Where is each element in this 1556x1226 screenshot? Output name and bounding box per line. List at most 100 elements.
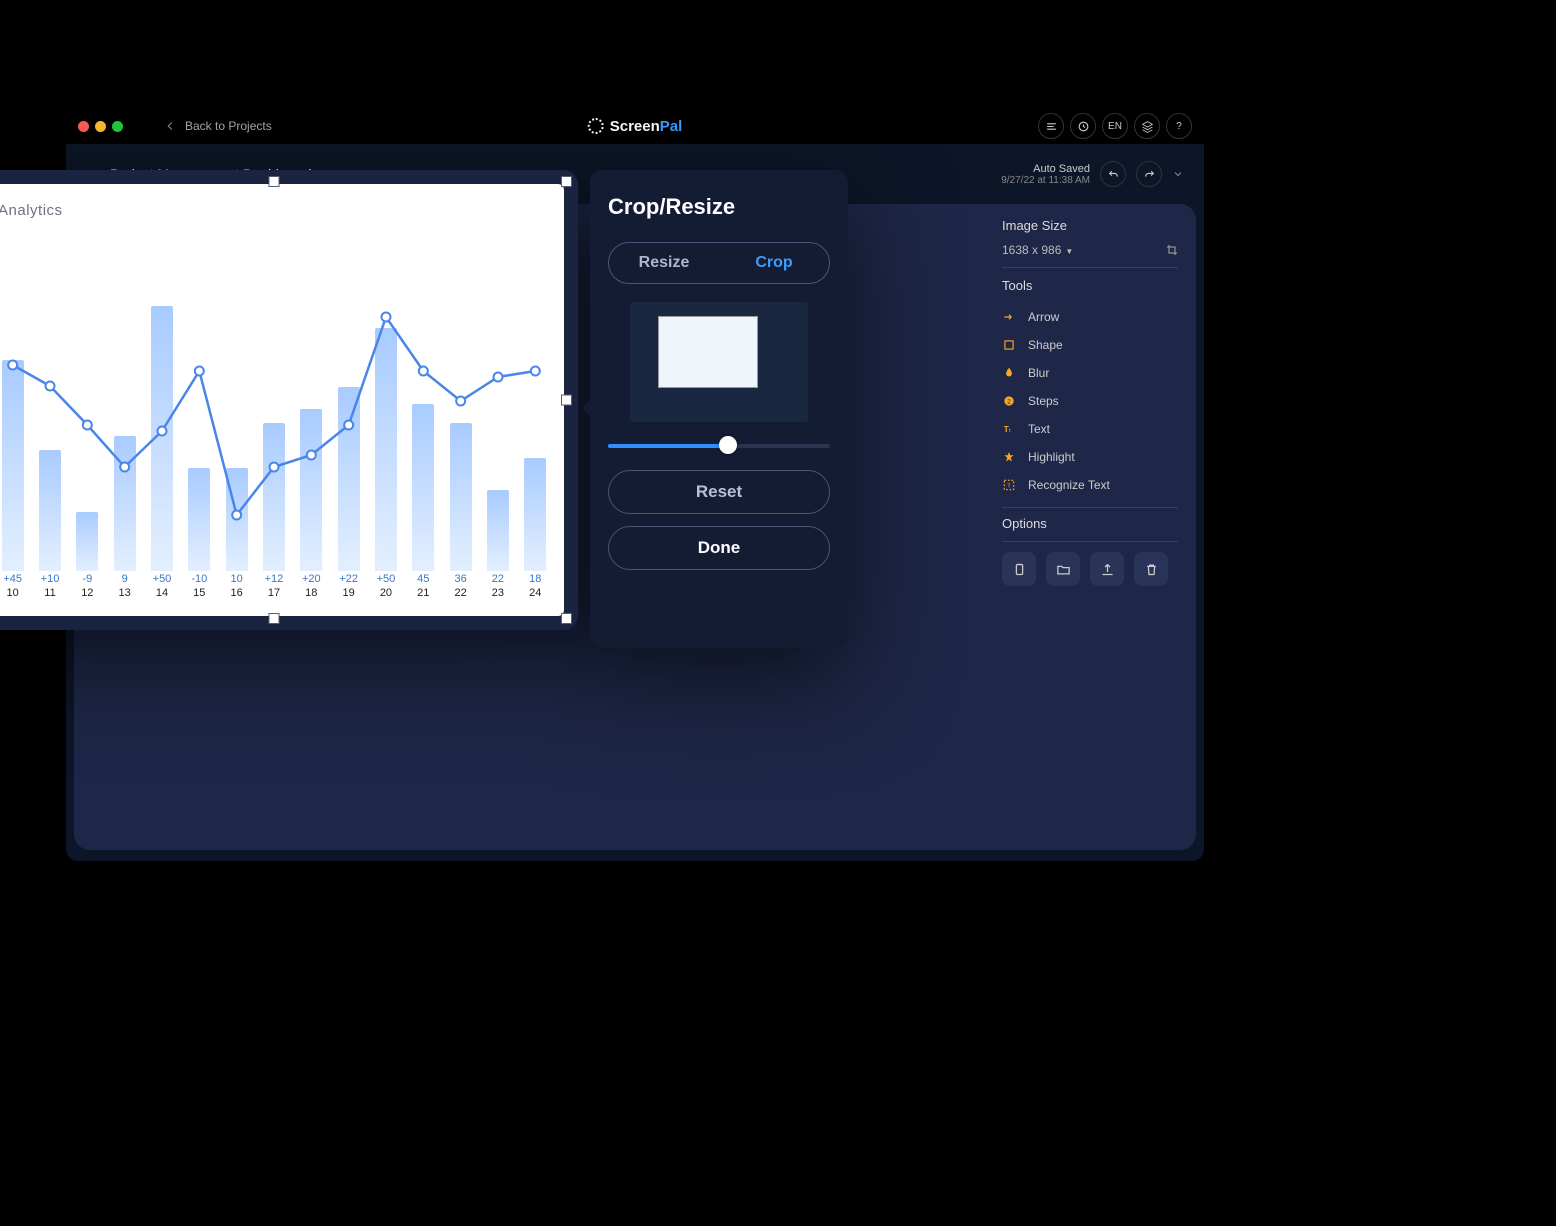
bar: [300, 409, 322, 571]
menu-button[interactable]: [1038, 113, 1064, 139]
crop-handle-mr[interactable]: [561, 395, 572, 406]
crop-handle-bm[interactable]: [269, 613, 280, 624]
category-label: 10: [0, 587, 31, 599]
category-label: 20: [367, 587, 404, 599]
text-icon: Tt: [1002, 422, 1016, 436]
bar-col: [479, 231, 516, 571]
crop-handle-tm[interactable]: [269, 176, 280, 187]
delta-label: +12: [255, 573, 292, 585]
folder-button[interactable]: [1046, 552, 1080, 586]
category-label: 11: [31, 587, 68, 599]
bar-col: [0, 231, 31, 571]
layers-button[interactable]: [1134, 113, 1160, 139]
category-label: 18: [293, 587, 330, 599]
bar-col: [330, 231, 367, 571]
tool-shape[interactable]: Shape: [1002, 331, 1178, 359]
category-row: 101112131415161718192021222324: [0, 587, 554, 599]
delta-label: 22: [479, 573, 516, 585]
delta-label: 36: [442, 573, 479, 585]
clipboard-button[interactable]: [1002, 552, 1036, 586]
bar-col: [255, 231, 292, 571]
language-button[interactable]: EN: [1102, 113, 1128, 139]
zoom-slider[interactable]: [608, 440, 830, 450]
reset-button[interactable]: Reset: [608, 470, 830, 514]
category-label: 13: [106, 587, 143, 599]
delete-button[interactable]: [1134, 552, 1168, 586]
delta-label: +22: [330, 573, 367, 585]
shape-icon: [1002, 338, 1016, 352]
analytics-card: Analytics +45+10-99+50-1010+12+20+22+504…: [0, 184, 564, 616]
titlebar: Back to Projects ScreenPal EN ?: [66, 108, 1204, 144]
share-button[interactable]: [1090, 552, 1124, 586]
delta-row: +45+10-99+50-1010+12+20+22+5045362218: [0, 573, 554, 585]
crop-preview: [630, 302, 808, 422]
tab-resize[interactable]: Resize: [609, 243, 719, 283]
category-label: 21: [405, 587, 442, 599]
tool-blur[interactable]: Blur: [1002, 359, 1178, 387]
category-label: 16: [218, 587, 255, 599]
chevron-down-icon[interactable]: [1172, 168, 1184, 180]
crop-overlay-group: Analytics +45+10-99+50-1010+12+20+22+504…: [0, 170, 900, 648]
tool-text[interactable]: TtText: [1002, 415, 1178, 443]
back-button[interactable]: Back to Projects: [163, 119, 272, 133]
tool-highlight[interactable]: Highlight: [1002, 443, 1178, 471]
bar-col: [181, 231, 218, 571]
minimize-window-icon[interactable]: [95, 121, 106, 132]
crop-handle-br[interactable]: [561, 613, 572, 624]
right-panel: Image Size 1638 x 986▼ Tools ArrowShapeB…: [1002, 218, 1178, 586]
delta-label: -10: [181, 573, 218, 585]
delta-label: 9: [106, 573, 143, 585]
bar: [188, 468, 210, 571]
steps-icon: 2: [1002, 394, 1016, 408]
tab-crop[interactable]: Crop: [719, 243, 829, 283]
done-button[interactable]: Done: [608, 526, 830, 570]
bar-col: [442, 231, 479, 571]
crop-handle-tr[interactable]: [561, 176, 572, 187]
bar: [226, 468, 248, 571]
crop-icon[interactable]: [1166, 244, 1178, 256]
bar-col: [218, 231, 255, 571]
delta-label: +10: [31, 573, 68, 585]
category-label: 17: [255, 587, 292, 599]
autosave-status: Auto Saved 9/27/22 at 11:38 AM: [1001, 163, 1090, 186]
delta-label: 10: [218, 573, 255, 585]
undo-button[interactable]: [1100, 161, 1126, 187]
back-label: Back to Projects: [185, 119, 272, 133]
highlight-icon: [1002, 450, 1016, 464]
crop-selection[interactable]: Analytics +45+10-99+50-1010+12+20+22+504…: [0, 170, 578, 630]
delta-label: +20: [293, 573, 330, 585]
mode-toggle: Resize Crop: [608, 242, 830, 284]
bar: [487, 490, 509, 571]
maximize-window-icon[interactable]: [112, 121, 123, 132]
analytics-chart: [0, 231, 554, 571]
bar: [450, 423, 472, 572]
history-button[interactable]: [1070, 113, 1096, 139]
category-label: 24: [517, 587, 554, 599]
bar-col: [517, 231, 554, 571]
category-label: 19: [330, 587, 367, 599]
bar: [412, 404, 434, 571]
bar: [2, 360, 24, 571]
image-size-value[interactable]: 1638 x 986▼: [1002, 243, 1073, 257]
dialog-title: Crop/Resize: [608, 194, 830, 220]
close-window-icon[interactable]: [78, 121, 89, 132]
tool-recognize-text[interactable]: TRecognize Text: [1002, 471, 1178, 499]
category-label: 23: [479, 587, 516, 599]
svg-text:T: T: [1007, 483, 1011, 489]
tool-arrow[interactable]: Arrow: [1002, 303, 1178, 331]
help-button[interactable]: ?: [1166, 113, 1192, 139]
svg-text:2: 2: [1007, 398, 1011, 405]
category-label: 12: [69, 587, 106, 599]
chart-title: Analytics: [0, 202, 554, 219]
delta-label: +45: [0, 573, 31, 585]
crop-resize-dialog: Crop/Resize Resize Crop Reset Done: [590, 170, 848, 648]
bar-col: [31, 231, 68, 571]
bar: [114, 436, 136, 571]
redo-button[interactable]: [1136, 161, 1162, 187]
delta-label: +50: [143, 573, 180, 585]
tool-steps[interactable]: 2Steps: [1002, 387, 1178, 415]
arrow-icon: [1002, 310, 1016, 324]
bar: [151, 306, 173, 571]
top-icons: EN ?: [1038, 113, 1192, 139]
delta-label: -9: [69, 573, 106, 585]
